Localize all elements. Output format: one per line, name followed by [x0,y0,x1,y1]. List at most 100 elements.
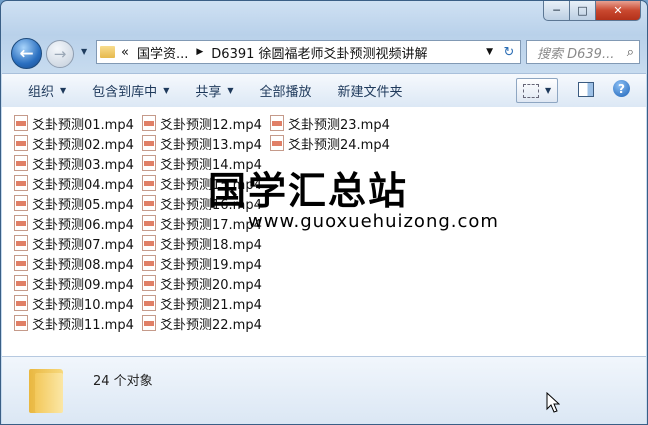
address-dropdown-icon[interactable]: ▼ [486,47,493,57]
help-icon[interactable]: ? [613,80,630,97]
maximize-button[interactable]: □ [570,1,596,21]
file-name: 爻卦预测05.mp4 [32,197,134,213]
play-all-button[interactable]: 全部播放 [260,81,312,100]
minimize-button[interactable]: ─ [543,1,570,21]
file-name: 爻卦预测12.mp4 [160,117,262,133]
new-folder-label: 新建文件夹 [337,85,403,100]
file-name: 爻卦预测08.mp4 [32,257,134,273]
mp4-file-icon [14,235,28,251]
file-item[interactable]: 爻卦预测08.mp4 [14,253,134,273]
forward-button[interactable]: → [46,40,74,68]
include-in-library-menu[interactable]: 包含到库中 ▼ [92,81,169,100]
mp4-file-icon [142,315,156,331]
organize-menu[interactable]: 组织 ▼ [28,81,66,100]
mp4-file-icon [142,215,156,231]
file-item[interactable]: 爻卦预测23.mp4 [270,113,390,133]
file-name: 爻卦预测07.mp4 [32,237,134,253]
mp4-file-icon [142,175,156,191]
file-item[interactable]: 爻卦预测20.mp4 [142,273,262,293]
share-label: 共享 [195,85,222,100]
back-button[interactable]: ← [11,38,42,69]
file-name: 爻卦预测18.mp4 [160,237,262,253]
search-icon[interactable]: ⌕ [627,45,634,60]
file-item[interactable]: 爻卦预测01.mp4 [14,113,134,133]
file-item[interactable]: 爻卦预测13.mp4 [142,133,262,153]
refresh-button[interactable]: ↻ [498,40,521,64]
file-list: 爻卦预测01.mp4 爻卦预测02.mp4 爻卦预测03.mp4 爻卦预测04.… [2,107,646,356]
caption-buttons: ─ □ ✕ [543,1,641,21]
mp4-file-icon [14,175,28,191]
file-item[interactable]: 爻卦预测06.mp4 [14,213,134,233]
file-item[interactable]: 爻卦预测19.mp4 [142,253,262,273]
file-item[interactable]: 爻卦预测18.mp4 [142,233,262,253]
file-item[interactable]: 爻卦预测17.mp4 [142,213,262,233]
mp4-file-icon [14,195,28,211]
item-count: 24 个对象 [93,374,153,389]
file-name: 爻卦预测17.mp4 [160,217,262,233]
mp4-file-icon [142,115,156,131]
file-name: 爻卦预测21.mp4 [160,297,262,313]
file-name: 爻卦预测10.mp4 [32,297,134,313]
file-item[interactable]: 爻卦预测02.mp4 [14,133,134,153]
file-name: 爻卦预测06.mp4 [32,217,134,233]
close-button[interactable]: ✕ [596,1,641,21]
file-name: 爻卦预测20.mp4 [160,277,262,293]
breadcrumb-separator-icon[interactable]: ▶ [196,47,203,57]
navigation-bar: ← → ▼ « 国学资... ▶ D6391 徐圆福老师爻卦预测视频讲解 ▼ ↻… [1,35,647,69]
mp4-file-icon [14,295,28,311]
file-item[interactable]: 爻卦预测14.mp4 [142,153,262,173]
file-column-1: 爻卦预测01.mp4 爻卦预测02.mp4 爻卦预测03.mp4 爻卦预测04.… [14,113,134,333]
mp4-file-icon [14,115,28,131]
organize-label: 组织 [28,85,55,100]
new-folder-button[interactable]: 新建文件夹 [338,81,403,100]
address-bar[interactable]: « 国学资... ▶ D6391 徐圆福老师爻卦预测视频讲解 ▼ [96,40,499,64]
file-item[interactable]: 爻卦预测12.mp4 [142,113,262,133]
explorer-window: ─ □ ✕ ← → ▼ « 国学资... ▶ D6391 徐圆福老师爻卦预测视频… [0,0,648,425]
file-item[interactable]: 爻卦预测16.mp4 [142,193,262,213]
file-name: 爻卦预测14.mp4 [160,157,262,173]
file-name: 爻卦预测03.mp4 [32,157,134,173]
mp4-file-icon [14,255,28,271]
file-name: 爻卦预测13.mp4 [160,137,262,153]
file-column-2: 爻卦预测12.mp4 爻卦预测13.mp4 爻卦预测14.mp4 爻卦预测15.… [142,113,262,333]
mp4-file-icon [142,295,156,311]
chevron-down-icon[interactable]: ▼ [545,86,551,95]
breadcrumb-overflow[interactable]: « [121,45,129,60]
chevron-down-icon: ▼ [227,86,234,95]
file-item[interactable]: 爻卦预测11.mp4 [14,313,134,333]
change-view-button[interactable]: ▼ [516,78,558,103]
mp4-file-icon [142,155,156,171]
file-name: 爻卦预测19.mp4 [160,257,262,273]
forward-arrow-icon: → [53,45,67,63]
play-all-label: 全部播放 [259,85,312,100]
file-name: 爻卦预测22.mp4 [160,317,262,333]
chevron-down-icon: ▼ [60,86,67,95]
search-input[interactable]: 搜索 D639... ⌕ [526,40,640,64]
file-item[interactable]: 爻卦预测22.mp4 [142,313,262,333]
file-item[interactable]: 爻卦预测21.mp4 [142,293,262,313]
mp4-file-icon [14,275,28,291]
search-placeholder: 搜索 D639... [537,46,615,62]
folder-icon [100,46,115,58]
mp4-file-icon [14,135,28,151]
file-item[interactable]: 爻卦预测09.mp4 [14,273,134,293]
mp4-file-icon [270,115,284,131]
file-item[interactable]: 爻卦预测03.mp4 [14,153,134,173]
breadcrumb-parent[interactable]: 国学资... [137,43,188,62]
file-item[interactable]: 爻卦预测10.mp4 [14,293,134,313]
file-item[interactable]: 爻卦预测05.mp4 [14,193,134,213]
mp4-file-icon [14,215,28,231]
preview-pane-icon[interactable] [578,82,594,97]
recent-pages-dropdown[interactable]: ▼ [81,47,87,56]
back-arrow-icon: ← [19,43,34,64]
breadcrumb-current[interactable]: D6391 徐圆福老师爻卦预测视频讲解 [211,43,427,62]
file-item[interactable]: 爻卦预测15.mp4 [142,173,262,193]
file-item[interactable]: 爻卦预测04.mp4 [14,173,134,193]
view-list-icon [523,83,539,98]
chevron-down-icon: ▼ [163,86,170,95]
file-item[interactable]: 爻卦预测24.mp4 [270,133,390,153]
refresh-icon: ↻ [503,44,515,60]
file-name: 爻卦预测15.mp4 [160,177,262,193]
share-menu[interactable]: 共享 ▼ [195,81,233,100]
file-item[interactable]: 爻卦预测07.mp4 [14,233,134,253]
